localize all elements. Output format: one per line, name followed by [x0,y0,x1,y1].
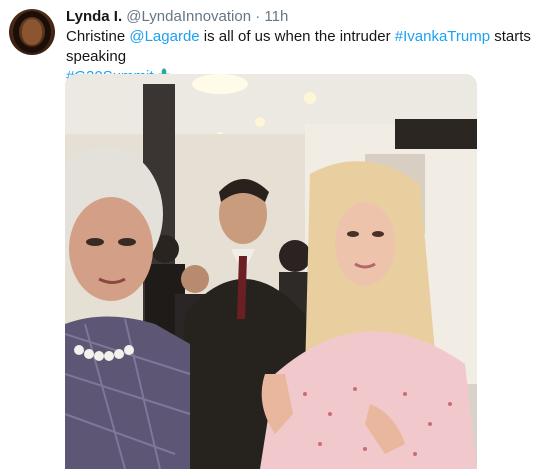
hashtag-link[interactable]: #IvankaTrump [395,28,490,45]
user-avatar[interactable] [9,9,55,55]
tweet-text-part: Christine [66,28,130,45]
tweet-text-part: is all of us when the intruder [199,28,395,45]
display-name[interactable]: Lynda I. [66,8,122,25]
user-handle[interactable]: @LyndaInnovation [126,8,251,25]
tweet-header: Lynda I. @LyndaInnovation · 11h [66,8,288,26]
tweet-timestamp[interactable]: 11h [264,8,288,25]
video-still-image [65,74,477,469]
tweet-card[interactable]: Lynda I. @LyndaInnovation · 11h Christin… [0,0,550,469]
avatar-face-shape [22,19,42,45]
separator-dot: · [255,8,261,25]
mention-link[interactable]: @Lagarde [129,28,199,45]
tweet-media-video[interactable] [65,74,477,469]
